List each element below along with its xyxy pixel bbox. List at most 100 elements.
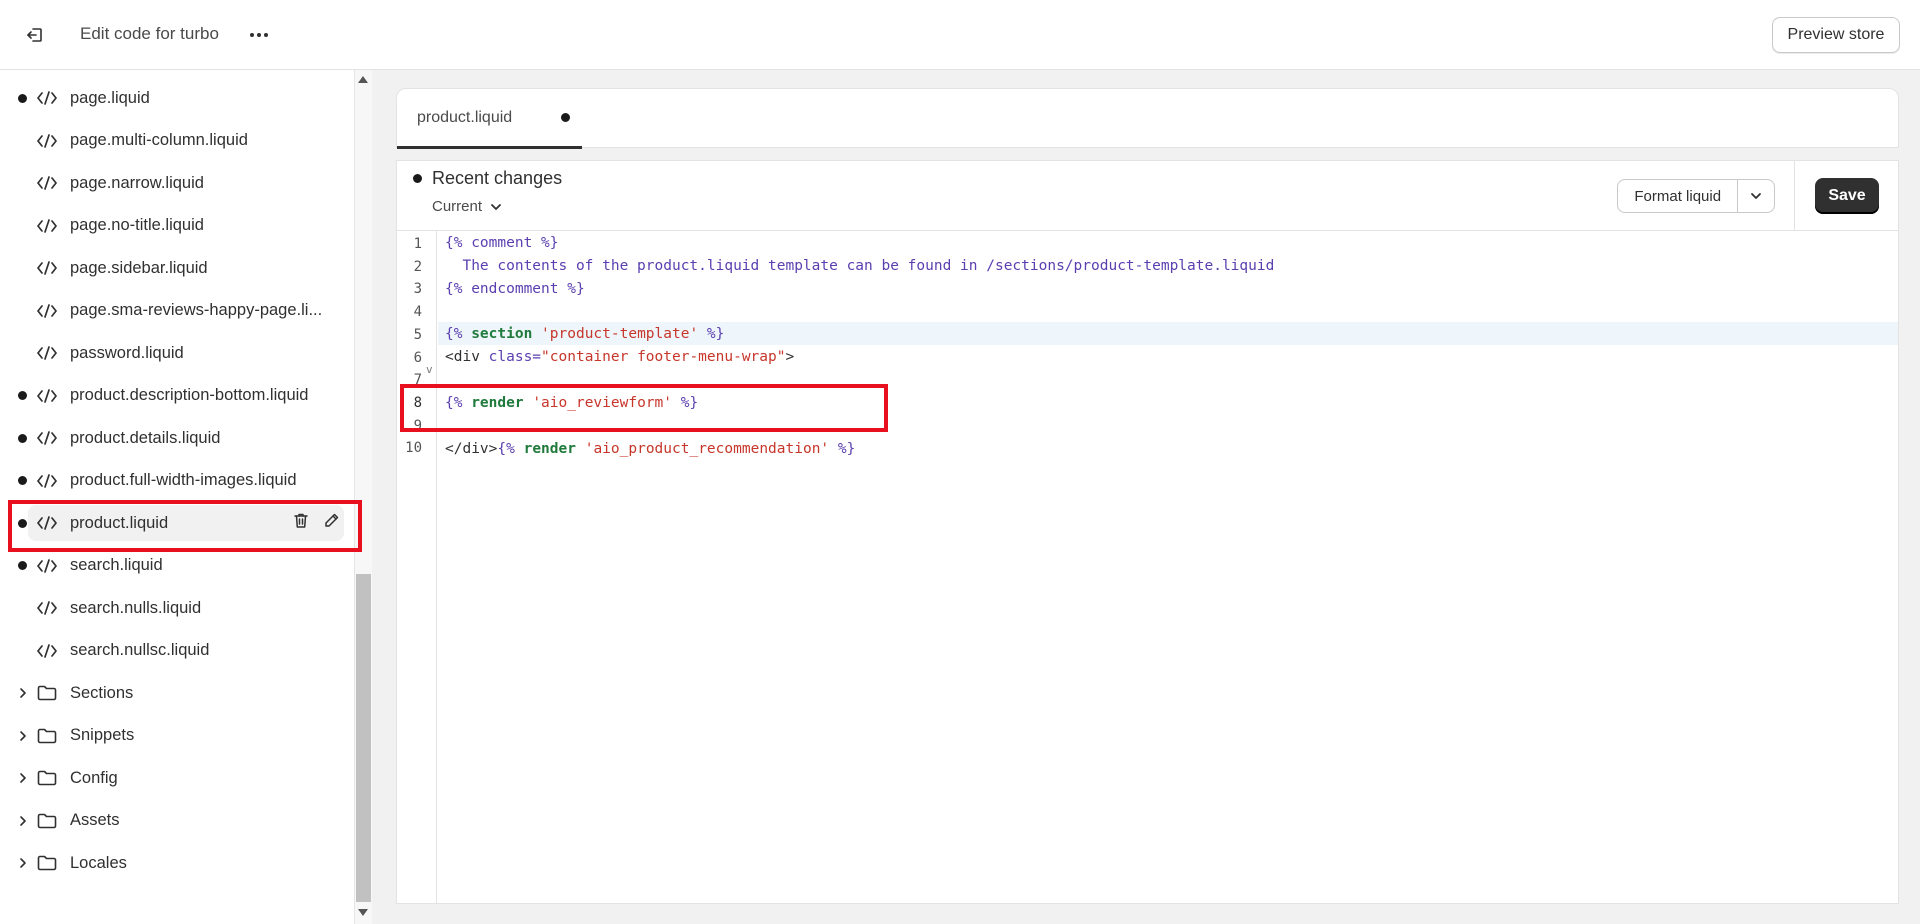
code-line-3[interactable]: {% endcomment %} (445, 281, 585, 297)
code-file-icon (36, 344, 58, 362)
highlight-box-sidebar (8, 500, 362, 552)
file-name: product.full-width-images.liquid (70, 471, 297, 489)
file-name: page.sma-reviews-happy-page.li... (70, 301, 323, 319)
folder-name: Snippets (70, 726, 135, 744)
folder-name: Sections (70, 683, 134, 702)
chevron-right-icon[interactable] (16, 856, 30, 870)
line-number: 10 (405, 440, 422, 457)
code-file-icon (36, 642, 58, 660)
file-name: page.multi-column.liquid (70, 131, 248, 149)
line-number: 3 (413, 281, 422, 298)
sidebar-file-item[interactable]: page.multi-column.liquid (0, 121, 354, 161)
file-name: page.sidebar.liquid (70, 258, 208, 277)
folder-icon (36, 684, 58, 702)
version-selector[interactable]: Current (432, 198, 502, 215)
page-title: Edit code for turbo (80, 24, 219, 43)
sidebar-folder-assets[interactable]: Assets (0, 801, 354, 841)
file-name: product.description-bottom.liquid (70, 386, 309, 404)
chevron-right-icon[interactable] (16, 814, 30, 828)
code-file-icon (36, 259, 58, 277)
modified-indicator (18, 433, 27, 443)
editor-header: Recent changes Current Format liquid Sav… (397, 161, 1898, 231)
sidebar-file-item[interactable]: product.full-width-images.liquid (0, 461, 354, 501)
code-file-icon (36, 89, 58, 107)
code-file-icon (36, 557, 58, 575)
sidebar-file-item[interactable]: page.liquid (0, 78, 354, 118)
fold-toggle-icon[interactable]: v (426, 363, 433, 376)
file-name: page.no-title.liquid (70, 216, 204, 234)
modified-indicator (18, 561, 27, 570)
code-file-icon (36, 217, 58, 235)
file-name: search.nullsc.liquid (70, 641, 210, 659)
code-file-icon (36, 599, 58, 617)
chevron-right-icon[interactable] (16, 729, 30, 743)
sidebar-file-item[interactable]: page.narrow.liquid (0, 163, 354, 203)
line-number: 2 (413, 258, 422, 275)
sidebar-file-item[interactable]: search.nulls.liquid (0, 588, 354, 628)
sidebar-file-item[interactable]: search.nullsc.liquid (0, 631, 354, 671)
sidebar-file-item[interactable]: password.liquid (0, 333, 354, 373)
highlight-box-code (400, 384, 888, 432)
sidebar-folder-locales[interactable]: Locales (0, 843, 354, 883)
divider (1794, 161, 1795, 231)
more-actions-icon[interactable] (246, 22, 272, 48)
file-name: page.narrow.liquid (70, 173, 204, 192)
line-number: 5 (413, 326, 422, 343)
chevron-right-icon[interactable] (16, 686, 30, 700)
editor-tab-bar: product.liquid (396, 88, 1899, 149)
sidebar-file-item[interactable]: product.description-bottom.liquid (0, 376, 354, 416)
code-line-2[interactable]: The contents of the product.liquid templ… (445, 258, 1274, 274)
file-tree-sidebar: page.liquid page.multi-column.liquid page.… (0, 70, 354, 924)
save-button[interactable]: Save (1815, 178, 1879, 214)
folder-name: Locales (70, 853, 127, 872)
line-number-gutter: v 1 2 3 4 5 6 7 8 9 10 (397, 231, 437, 903)
code-file-icon (36, 472, 58, 490)
recent-changes-title: Recent changes (432, 168, 563, 188)
code-file-icon (36, 302, 58, 320)
file-name: search.nulls.liquid (70, 598, 202, 617)
code-file-icon (36, 174, 58, 192)
line-number: 4 (413, 304, 422, 321)
line-number: 1 (413, 236, 422, 252)
chevron-down-icon (491, 203, 501, 210)
preview-store-button[interactable]: Preview store (1772, 17, 1900, 53)
code-line-1[interactable]: {% comment %} (445, 235, 559, 251)
scrollbar-thumb[interactable] (356, 574, 371, 902)
line-number: 6 (413, 349, 422, 366)
code-editor: Recent changes Current Format liquid Sav… (396, 160, 1899, 904)
scroll-down-arrow-icon[interactable] (358, 909, 368, 916)
folder-icon (36, 727, 58, 745)
sidebar-folder-sections[interactable]: Sections (0, 673, 354, 713)
folder-icon (36, 769, 58, 787)
exit-icon[interactable] (20, 20, 50, 50)
folder-name: Config (70, 768, 118, 787)
folder-icon (36, 812, 58, 830)
code-line-5[interactable]: {% section 'product-template' %} (445, 326, 724, 342)
folder-name: Assets (70, 811, 120, 829)
file-name: password.liquid (70, 343, 184, 362)
top-bar: Edit code for turbo Preview store (0, 0, 1920, 70)
version-label: Current (432, 198, 483, 215)
tab-product-liquid[interactable]: product.liquid (397, 89, 582, 149)
code-line-10[interactable]: </div>{% render 'aio_product_recommendat… (445, 441, 855, 457)
modified-indicator (18, 93, 27, 103)
modified-indicator (18, 476, 27, 485)
file-name: product.details.liquid (70, 428, 221, 447)
sidebar-folder-snippets[interactable]: Snippets (0, 716, 354, 756)
code-file-icon (36, 387, 58, 405)
tab-label: product.liquid (417, 108, 513, 126)
chevron-right-icon[interactable] (16, 771, 30, 785)
sidebar-file-item[interactable]: page.no-title.liquid (0, 206, 354, 246)
format-options-button[interactable] (1738, 180, 1774, 212)
scroll-up-arrow-icon[interactable] (358, 76, 368, 83)
file-name: page.liquid (70, 88, 150, 107)
sidebar-file-item[interactable]: page.sidebar.liquid (0, 248, 354, 288)
sidebar-file-item[interactable]: product.details.liquid (0, 418, 354, 458)
sidebar-folder-config[interactable]: Config (0, 758, 354, 798)
recent-changes-dot (413, 174, 422, 183)
sidebar-file-item[interactable]: page.sma-reviews-happy-page.li... (0, 291, 354, 331)
file-name: search.liquid (70, 556, 163, 574)
format-liquid-button[interactable]: Format liquid (1618, 180, 1739, 212)
code-line-6[interactable]: <div class="container footer-menu-wrap"> (445, 349, 794, 365)
chevron-down-icon (1751, 193, 1762, 199)
